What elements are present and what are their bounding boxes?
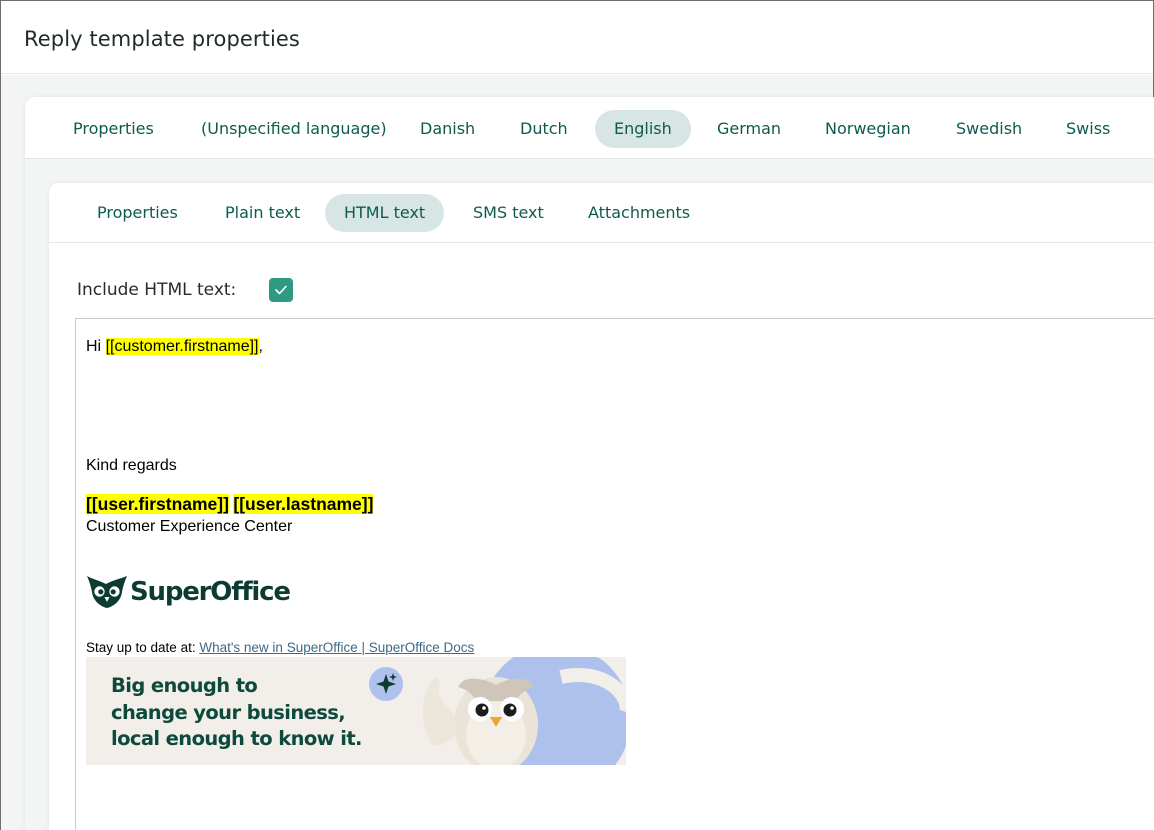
stay-up-to-date-line: Stay up to date at: What's new in SuperO…: [86, 640, 474, 655]
stay-text: Stay up to date at:: [86, 640, 200, 655]
tab-sms-text[interactable]: SMS text: [454, 194, 563, 232]
signature-name-line: [[user.firstname]] [[user.lastname]]: [86, 494, 374, 515]
merge-field-user-lastname: [[user.lastname]]: [233, 494, 374, 514]
tab-danish[interactable]: Danish: [401, 110, 494, 148]
greeting-line: Hi [[customer.firstname]],: [86, 338, 263, 356]
promo-banner: Big enough to change your business, loca…: [86, 657, 626, 765]
greeting-suffix: ,: [258, 338, 263, 355]
language-tabs: Properties (Unspecified language) Danish…: [25, 107, 1154, 159]
title-bar: Reply template properties: [1, 1, 1153, 74]
tab-content-properties[interactable]: Properties: [78, 194, 197, 232]
html-editor[interactable]: Hi [[customer.firstname]], Kind regards …: [75, 318, 1154, 830]
tab-swiss[interactable]: Swiss: [1047, 110, 1129, 148]
merge-field-customer-firstname: [[customer.firstname]]: [105, 338, 259, 355]
content-tabs: Properties Plain text HTML text SMS text…: [49, 191, 1154, 243]
owl-logo-icon: [87, 576, 127, 608]
tab-properties[interactable]: Properties: [54, 110, 173, 148]
tab-plain-text[interactable]: Plain text: [206, 194, 319, 232]
tab-english[interactable]: English: [595, 110, 691, 148]
department-line: Customer Experience Center: [86, 518, 293, 535]
banner-line-2: change your business,: [111, 700, 346, 724]
tab-dutch[interactable]: Dutch: [501, 110, 587, 148]
tab-norwegian[interactable]: Norwegian: [806, 110, 930, 148]
tab-swedish[interactable]: Swedish: [937, 110, 1041, 148]
superoffice-logo: SuperOffice: [86, 575, 291, 613]
banner-slogan: Big enough to change your business, loca…: [111, 673, 362, 753]
tab-html-text[interactable]: HTML text: [325, 194, 445, 232]
include-html-checkbox[interactable]: [269, 278, 293, 302]
tab-german[interactable]: German: [698, 110, 800, 148]
tab-unspecified-language[interactable]: (Unspecified language): [182, 110, 406, 148]
closing-line: Kind regards: [86, 457, 177, 474]
tab-attachments[interactable]: Attachments: [569, 194, 709, 232]
page-title: Reply template properties: [24, 27, 300, 51]
banner-line-3: local enough to know it.: [111, 727, 362, 750]
banner-line-1: Big enough to: [111, 674, 258, 697]
logo-wordmark: SuperOffice: [130, 577, 291, 607]
greeting-prefix: Hi: [86, 338, 106, 355]
merge-field-user-firstname: [[user.firstname]]: [86, 494, 229, 514]
whats-new-link[interactable]: What's new in SuperOffice | SuperOffice …: [199, 640, 474, 655]
include-html-label: Include HTML text:: [77, 280, 237, 300]
checkmark-icon: [275, 285, 287, 295]
